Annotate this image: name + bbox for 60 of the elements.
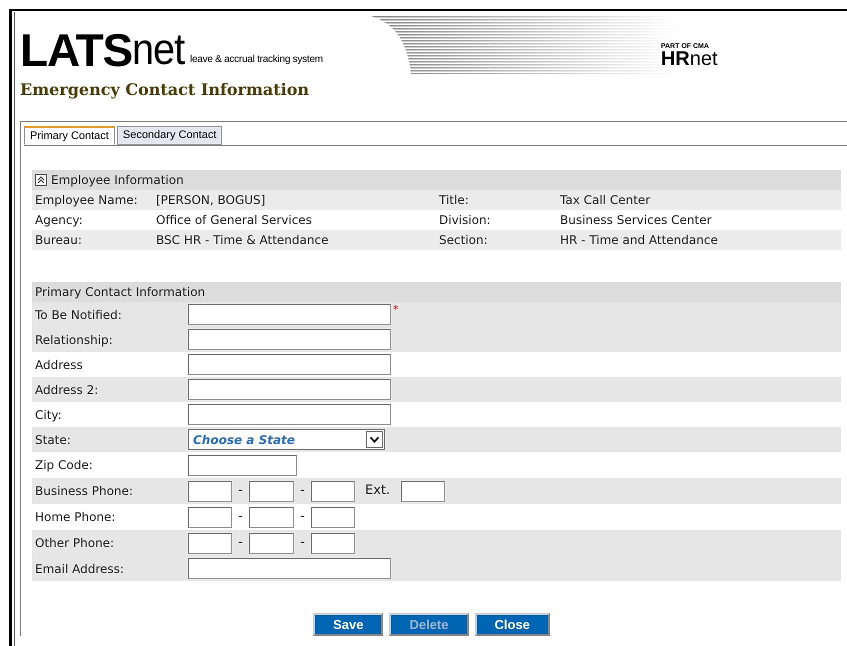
info-cell-text: Title: [439, 192, 470, 209]
field-label: Address [34, 356, 84, 374]
field-label: Email Address: [34, 560, 125, 578]
info-cell-text: Business Services Center [560, 212, 713, 229]
separator: - [299, 534, 306, 552]
field-label: Address 2: [34, 382, 100, 398]
separator: - [237, 508, 244, 526]
action-button[interactable]: Save [313, 613, 384, 636]
field-label: Home Phone: [34, 509, 116, 526]
required-mark: * [393, 302, 398, 318]
input-field[interactable] [249, 480, 294, 502]
input-field[interactable] [188, 454, 297, 476]
input-field[interactable] [188, 480, 232, 502]
state-dropdown[interactable]: Choose a State [188, 429, 385, 450]
info-cell-text: Agency: [35, 212, 84, 229]
info-cell-text: Bureau: [35, 232, 83, 249]
input-field[interactable] [188, 354, 391, 375]
input-field[interactable] [249, 532, 294, 554]
info-cell-text: Office of General Services [156, 212, 313, 229]
collapse-icon[interactable] [35, 174, 47, 186]
field-label: State: [34, 432, 72, 448]
action-button[interactable]: Close [474, 613, 550, 636]
input-field[interactable] [311, 506, 355, 528]
input-field[interactable] [188, 404, 391, 425]
info-cell-text: Section: [439, 232, 489, 249]
tab[interactable]: Secondary Contact [116, 126, 222, 145]
separator: - [237, 482, 244, 500]
field-label: Zip Code: [34, 457, 94, 474]
separator: - [237, 534, 244, 552]
tab[interactable]: Primary Contact [24, 126, 115, 145]
info-cell-text: Tax Call Center [560, 192, 652, 209]
section-title: Primary Contact Information [35, 284, 206, 301]
field-label: To Be Notified: [34, 306, 123, 324]
input-field[interactable] [188, 532, 232, 554]
field-label: Other Phone: [34, 535, 116, 552]
input-field[interactable] [249, 506, 294, 528]
ext-label: Ext. [365, 482, 390, 500]
field-label: Business Phone: [34, 483, 134, 500]
info-cell-text: Division: [439, 212, 492, 229]
field-label: City: [34, 406, 63, 424]
latsnet-logo: LATSnet [20, 30, 186, 70]
separator: - [299, 508, 306, 526]
info-cell-text: HR - Time and Attendance [560, 232, 719, 249]
info-cell-text: Employee Name: [35, 192, 139, 209]
page-title: Emergency Contact Information [20, 79, 310, 101]
input-field[interactable] [188, 506, 232, 528]
input-field[interactable] [311, 532, 355, 554]
input-field[interactable] [401, 480, 446, 502]
input-field[interactable] [188, 558, 391, 579]
input-field[interactable] [188, 329, 391, 350]
input-field[interactable] [311, 480, 355, 502]
info-cell-text: [PERSON, BOGUS] [156, 192, 266, 209]
separator: - [299, 482, 306, 500]
field-label: Relationship: [34, 332, 114, 348]
tagline: leave & accrual tracking system [190, 53, 323, 67]
input-field[interactable] [188, 379, 391, 400]
chevron-down-icon [366, 431, 383, 448]
section-title: Employee Information [51, 172, 184, 189]
info-cell-text: BSC HR - Time & Attendance [156, 232, 330, 249]
input-field[interactable] [188, 304, 391, 325]
